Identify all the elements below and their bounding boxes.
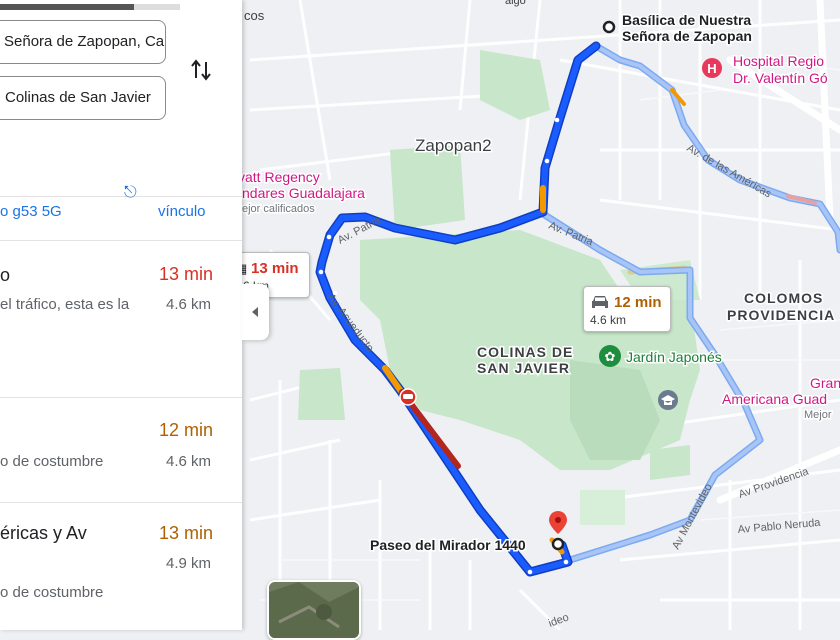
basilica-label-1: Basílica de Nuestra [622, 12, 751, 28]
origin-marker [602, 20, 616, 34]
panel-top-bar [0, 4, 134, 10]
origin-field[interactable]: Señora de Zapopan, Ca [0, 20, 166, 64]
svg-text:H: H [707, 61, 716, 76]
top-mid-label: algo [505, 0, 526, 7]
colomos-label-2: PROVIDENCIA [727, 307, 835, 323]
route-option-1[interactable]: o el tráfico, esta es la 13 min 4.6 km [0, 241, 242, 397]
hyatt-label-1: yatt Regency [238, 169, 320, 185]
colinas-label-1: COLINAS DE [477, 344, 573, 360]
route-desc: o de costumbre [0, 453, 104, 470]
americana-label-1: Gran [810, 375, 840, 391]
route-title: éricas y Av [0, 523, 87, 543]
route-time: 12 min [159, 420, 214, 440]
link-label[interactable]: vínculo [158, 203, 206, 220]
basilica-label-2: Señora de Zapopan [622, 28, 752, 44]
incident-icon [399, 388, 417, 406]
colinas-label-2: SAN JAVIER [477, 360, 570, 376]
chevron-left-icon [252, 307, 258, 317]
top-left-label: cos [244, 8, 265, 23]
wifi-text: o g53 5G [0, 203, 62, 220]
colomos-label-1: COLOMOS [744, 290, 823, 306]
hospital-label-2: Dr. Valentín Gó [733, 70, 828, 86]
route-option-2[interactable]: o de costumbre 12 min 4.6 km [0, 398, 242, 502]
route-desc: el tráfico, esta es la [0, 296, 130, 313]
panel-divider [0, 196, 242, 197]
layers-thumbnail[interactable] [267, 580, 361, 640]
callout-alt-time: 12 min [614, 294, 662, 311]
directions-panel: Señora de Zapopan, Ca Colinas de San Jav… [0, 0, 242, 630]
callout-alt-sub: 4.6 km [590, 313, 627, 327]
route-distance: 4.6 km [166, 296, 212, 313]
route-time: 13 min [159, 264, 214, 284]
paseo-label: Paseo del Mirador 1440 [370, 537, 526, 553]
route-time: 13 min [159, 523, 214, 543]
jardin-label: Jardín Japonés [626, 349, 722, 365]
route-option-3[interactable]: éricas y Av o de costumbre 13 min 4.9 km [0, 503, 242, 630]
callout-main-time: 13 min [251, 260, 299, 277]
route-desc: o de costumbre [0, 584, 104, 601]
zapopan-label: Zapopan2 [415, 136, 492, 155]
route-title: o [0, 265, 11, 285]
car-icon [592, 296, 608, 308]
route-distance: 4.9 km [166, 555, 212, 572]
hospital-label-1: Hospital Regio [733, 53, 824, 69]
americana-label-2: Americana Guad [722, 391, 827, 407]
collapse-panel-button[interactable] [242, 284, 269, 340]
route-callout-alt[interactable]: 12 min 4.6 km [583, 286, 671, 332]
destination-field[interactable]: Colinas de San Javier [0, 76, 166, 120]
panel-top-bar-track [134, 4, 180, 10]
route-distance: 4.6 km [166, 453, 212, 470]
americana-label-3: Mejor [804, 409, 832, 421]
hyatt-label-2: ndares Guadalajara [242, 185, 365, 201]
garden-icon: ✿ [599, 345, 621, 367]
svg-text:✿: ✿ [605, 349, 616, 364]
hospital-icon: H [702, 58, 722, 78]
school-icon [658, 390, 678, 410]
link-icon[interactable]: ⎋ [124, 184, 137, 202]
swap-vertical-icon[interactable] [190, 58, 212, 82]
hyatt-label-3: ejor calificados [242, 203, 315, 215]
